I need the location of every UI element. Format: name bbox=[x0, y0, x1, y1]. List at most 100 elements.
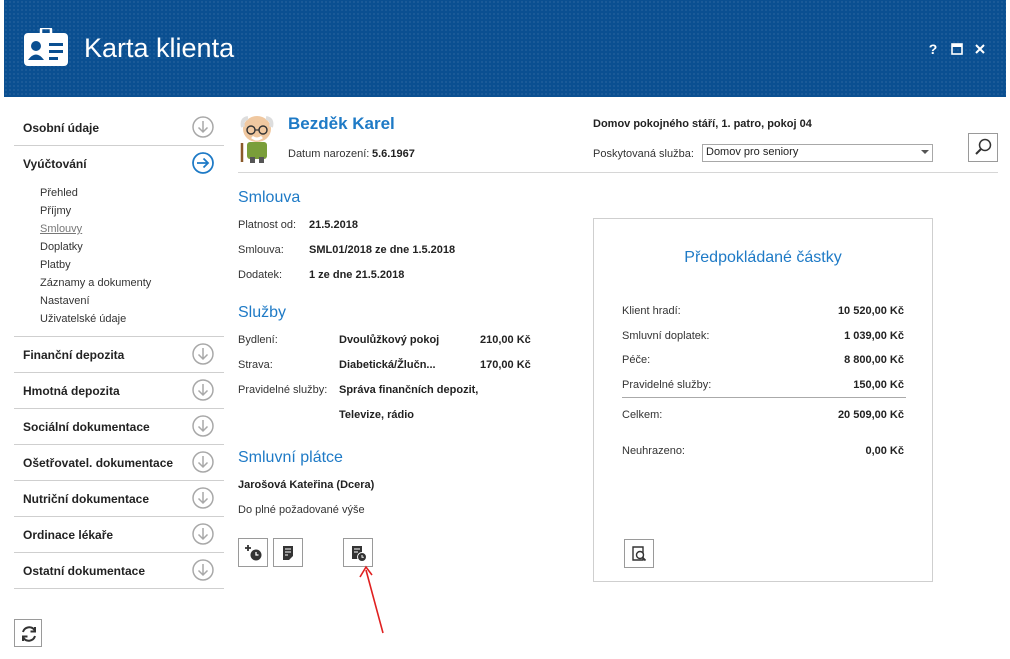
subnav-item-uzivatelske-udaje[interactable]: Uživatelské údaje bbox=[40, 310, 224, 328]
contract-value: SML01/2018 ze dne 1.5.2018 bbox=[309, 244, 456, 256]
estimate-value-care: 8 800,00 Kč bbox=[844, 354, 904, 366]
maximize-icon bbox=[951, 43, 963, 55]
payer-note: Do plné požadované výše bbox=[238, 504, 365, 516]
client-name: Bezděk Karel bbox=[288, 114, 395, 133]
estimate-unpaid-value: 0,00 Kč bbox=[865, 445, 904, 457]
refresh-button[interactable] bbox=[14, 619, 42, 647]
sidebar-item-label: Finanční depozita bbox=[23, 347, 125, 362]
subnav-item-prehled[interactable]: Přehled bbox=[40, 184, 224, 202]
estimated-amounts-panel: Předpokládané částky Klient hradí: 10 52… bbox=[593, 218, 933, 582]
search-button[interactable] bbox=[968, 133, 998, 162]
senior-avatar-icon bbox=[240, 116, 274, 163]
food-price: 170,00 Kč bbox=[480, 359, 531, 371]
estimate-label-regular-services: Pravidelné služby: bbox=[622, 379, 712, 391]
estimate-total-value: 20 509,00 Kč bbox=[837, 409, 904, 421]
valid-from-label: Platnost od: bbox=[238, 219, 297, 231]
estimate-label-contract-surcharge: Smluvní doplatek: bbox=[622, 330, 710, 342]
document-button[interactable] bbox=[273, 538, 303, 567]
regular-services-label: Pravidelné služby: bbox=[238, 384, 328, 396]
sidebar-item-osetrovatel-dokumentace[interactable]: Ošetřovatel. dokumentace bbox=[14, 445, 224, 481]
document-history-button[interactable] bbox=[343, 538, 373, 567]
estimated-amounts-title: Předpokládané částky bbox=[684, 249, 842, 266]
service-select[interactable]: Domov pro seniory bbox=[702, 144, 933, 162]
subnav-item-smlouvy[interactable]: Smlouvy bbox=[40, 220, 224, 238]
maximize-button[interactable] bbox=[949, 41, 965, 57]
annotation-arrow-icon bbox=[359, 565, 384, 634]
sidebar-item-label: Ostatní dokumentace bbox=[23, 563, 146, 578]
sidebar-item-hmotna-depozita[interactable]: Hmotná depozita bbox=[14, 373, 224, 409]
facility-location: Domov pokojného stáří, 1. patro, pokoj 0… bbox=[593, 118, 812, 130]
contract-section-title: Smlouva bbox=[238, 189, 301, 206]
window-header: Karta klienta ? bbox=[4, 0, 1006, 97]
document-icon bbox=[283, 546, 293, 560]
subnav-item-zaznamy[interactable]: Záznamy a dokumenty bbox=[40, 274, 224, 292]
payer-section-title: Smluvní plátce bbox=[238, 449, 343, 466]
arrow-down-circle-icon bbox=[192, 379, 214, 401]
close-button[interactable] bbox=[972, 41, 988, 57]
window-title: Karta klienta bbox=[84, 33, 235, 63]
contract-label: Smlouva: bbox=[238, 244, 284, 256]
service-label: Poskytovaná služba: bbox=[593, 148, 694, 160]
sidebar-item-label: Ošetřovatel. dokumentace bbox=[23, 455, 174, 470]
addendum-value: 1 ze dne 21.5.2018 bbox=[309, 269, 405, 281]
chevron-down-icon bbox=[921, 150, 929, 154]
sidebar-item-vyuctovani[interactable]: Vyúčtování bbox=[14, 146, 224, 182]
arrow-down-circle-icon bbox=[192, 523, 214, 545]
search-icon bbox=[975, 138, 992, 155]
arrow-down-circle-icon bbox=[192, 559, 214, 581]
estimate-label-care: Péče: bbox=[622, 354, 651, 366]
housing-label: Bydlení: bbox=[238, 334, 278, 346]
client-card-icon bbox=[24, 28, 68, 66]
estimate-total-label: Celkem: bbox=[622, 409, 663, 421]
housing-price: 210,00 Kč bbox=[480, 334, 531, 346]
regular-services-value-2: Televize, rádio bbox=[339, 409, 414, 421]
valid-from-value: 21.5.2018 bbox=[309, 219, 358, 231]
sidebar-item-osobni-udaje[interactable]: Osobní údaje bbox=[14, 110, 224, 146]
help-button[interactable]: ? bbox=[925, 41, 941, 57]
sidebar-item-nutricni-dokumentace[interactable]: Nutriční dokumentace bbox=[14, 481, 224, 517]
sidebar: Osobní údaje Vyúčtování Přehled Příjmy S… bbox=[14, 110, 224, 589]
food-value: Diabetická/Žlučn... bbox=[339, 359, 436, 371]
estimate-label-client-pays: Klient hradí: bbox=[622, 305, 681, 317]
sidebar-subnav: Přehled Příjmy Smlouvy Doplatky Platby Z… bbox=[14, 182, 224, 337]
arrow-down-circle-icon bbox=[192, 451, 214, 473]
addendum-label: Dodatek: bbox=[238, 269, 283, 281]
estimate-value-regular-services: 150,00 Kč bbox=[853, 379, 904, 391]
sidebar-item-label: Vyúčtování bbox=[23, 157, 87, 171]
add-clock-icon bbox=[245, 545, 262, 561]
close-icon bbox=[975, 44, 985, 54]
estimate-preview-button[interactable] bbox=[624, 539, 654, 568]
dob-value: 5.6.1967 bbox=[372, 148, 415, 160]
sidebar-item-label: Ordinace lékaře bbox=[23, 527, 114, 542]
payer-name: Jarošová Kateřina (Dcera) bbox=[238, 479, 375, 491]
subnav-item-prijmy[interactable]: Příjmy bbox=[40, 202, 224, 220]
add-history-button[interactable] bbox=[238, 538, 268, 567]
arrow-right-circle-icon bbox=[192, 152, 214, 174]
subnav-item-platby[interactable]: Platby bbox=[40, 256, 224, 274]
sidebar-item-label: Osobní údaje bbox=[23, 120, 100, 135]
sidebar-item-financni-depozita[interactable]: Finanční depozita bbox=[14, 337, 224, 373]
arrow-down-circle-icon bbox=[192, 487, 214, 509]
regular-services-value-1: Správa finančních depozit, bbox=[339, 384, 479, 396]
subnav-item-doplatky[interactable]: Doplatky bbox=[40, 238, 224, 256]
sidebar-item-label: Sociální dokumentace bbox=[23, 419, 150, 434]
arrow-down-circle-icon bbox=[192, 343, 214, 365]
estimate-value-contract-surcharge: 1 039,00 Kč bbox=[844, 330, 904, 342]
header-divider bbox=[238, 172, 998, 173]
housing-value: Dvoulůžkový pokoj bbox=[339, 334, 440, 346]
service-select-value: Domov pro seniory bbox=[706, 146, 799, 158]
sidebar-item-ordinace-lekare[interactable]: Ordinace lékaře bbox=[14, 517, 224, 553]
sidebar-item-label: Nutriční dokumentace bbox=[23, 491, 150, 506]
services-section-title: Služby bbox=[238, 304, 287, 321]
subnav-item-nastaveni[interactable]: Nastavení bbox=[40, 292, 224, 310]
estimates-divider bbox=[622, 397, 906, 398]
food-label: Strava: bbox=[238, 359, 273, 371]
document-search-icon bbox=[632, 546, 647, 562]
sidebar-item-socialni-dokumentace[interactable]: Sociální dokumentace bbox=[14, 409, 224, 445]
arrow-down-circle-icon bbox=[192, 415, 214, 437]
refresh-icon bbox=[22, 626, 36, 642]
sidebar-item-label: Hmotná depozita bbox=[23, 383, 120, 398]
estimate-unpaid-label: Neuhrazeno: bbox=[622, 445, 685, 457]
document-clock-icon bbox=[352, 546, 367, 562]
sidebar-item-ostatni-dokumentace[interactable]: Ostatní dokumentace bbox=[14, 553, 224, 589]
